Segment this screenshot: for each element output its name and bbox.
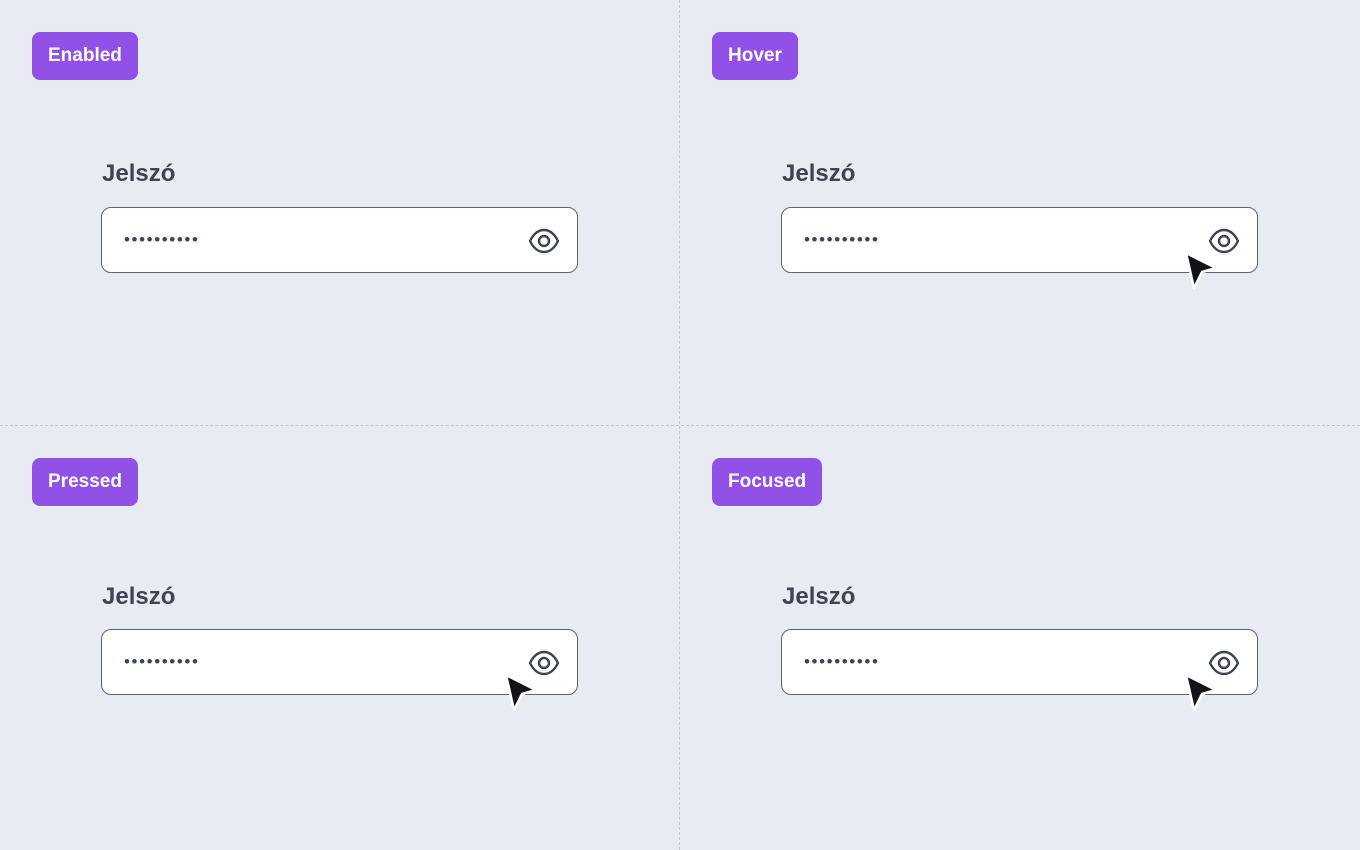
password-label: Jelszó [782, 160, 856, 187]
state-badge-hover: Hover [712, 32, 798, 80]
password-label: Jelszó [102, 583, 176, 610]
mouse-cursor-icon [504, 673, 537, 712]
state-badge-enabled: Enabled [32, 32, 138, 80]
eye-icon[interactable] [527, 224, 561, 258]
horizontal-divider [0, 425, 1360, 426]
hover-state-panel: Hover Jelszó •••••••••• [680, 0, 1360, 425]
state-badge-focused: Focused [712, 458, 823, 506]
mouse-cursor-icon [1184, 673, 1217, 712]
password-value: •••••••••• [124, 230, 200, 249]
password-label: Jelszó [102, 160, 176, 187]
state-badge-pressed: Pressed [32, 458, 138, 506]
enabled-state-panel: Enabled Jelszó •••••••••• [0, 0, 680, 425]
mouse-cursor-icon [1184, 251, 1217, 290]
focused-state-panel: Focused Jelszó •••••••••• [680, 425, 1360, 850]
pressed-state-panel: Pressed Jelszó •••••••••• [0, 425, 680, 850]
password-label: Jelszó [782, 583, 856, 610]
password-field[interactable]: •••••••••• [101, 207, 578, 273]
password-value: •••••••••• [804, 230, 880, 249]
password-value: •••••••••• [124, 652, 200, 671]
state-grid: Enabled Jelszó •••••••••• Hover Jelszó •… [0, 0, 1360, 850]
password-value: •••••••••• [804, 652, 880, 671]
